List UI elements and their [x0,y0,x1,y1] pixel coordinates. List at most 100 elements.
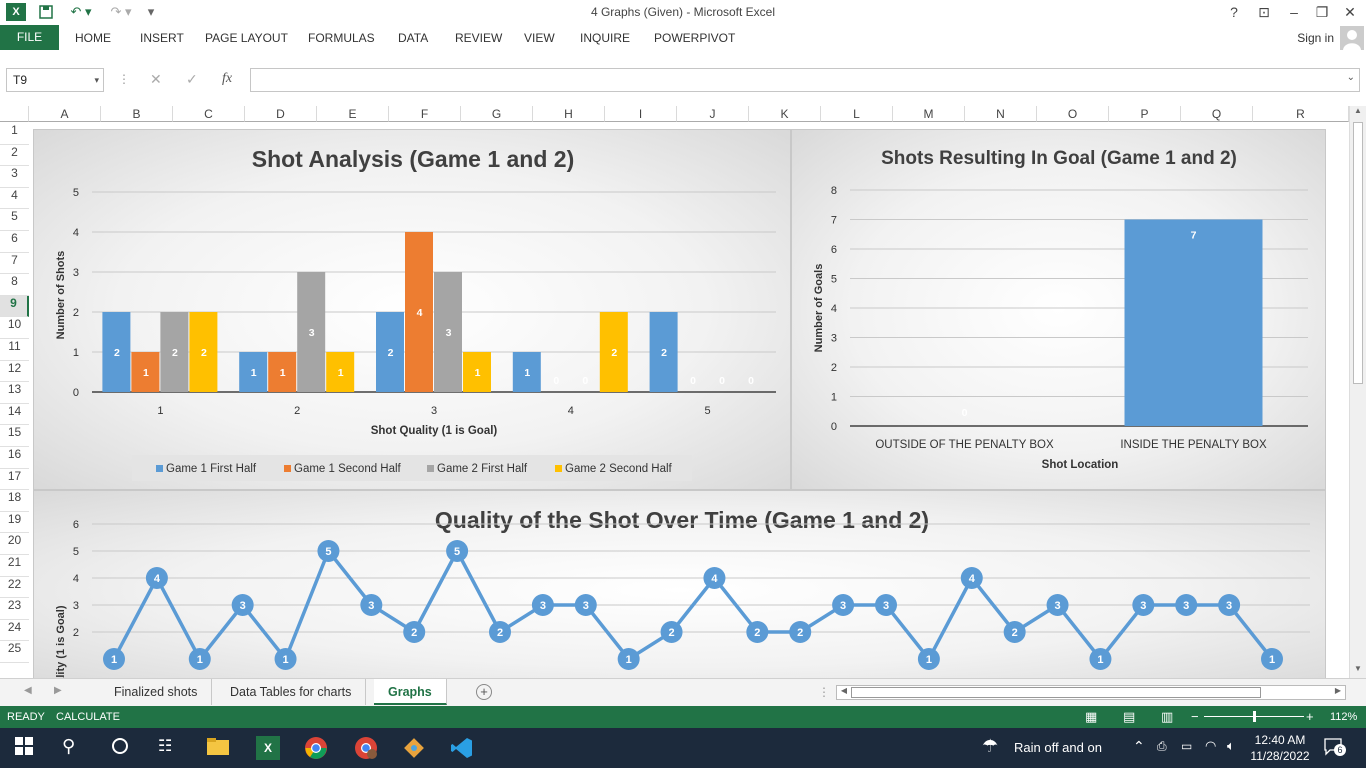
meet-now-icon[interactable]: ⎙ [1157,739,1167,754]
minimize-button[interactable]: – [1280,2,1308,22]
row-header-10[interactable]: 10 [0,317,29,339]
sheet-tab-finalized-shots[interactable]: Finalized shots [100,679,213,705]
zoom-slider-thumb[interactable] [1253,711,1256,722]
wifi-icon[interactable]: ◠ [1205,738,1216,754]
row-header-5[interactable]: 5 [0,209,29,231]
avatar[interactable] [1340,26,1364,50]
next-sheet-icon[interactable]: ▶ [54,685,62,696]
chrome-profile-icon[interactable] [354,736,378,760]
volume-icon[interactable]: 🔈︎ [1227,738,1235,754]
scroll-right-icon[interactable]: ▶ [1331,686,1345,699]
column-header-d[interactable]: D [245,106,317,122]
previous-sheet-icon[interactable]: ◀ [24,685,32,696]
enter-icon[interactable]: ✓ [186,71,198,88]
zoom-in-icon[interactable]: + [1306,709,1314,724]
row-header-3[interactable]: 3 [0,166,29,188]
scroll-up-icon[interactable]: ▲ [1350,106,1366,120]
row-header-25[interactable]: 25 [0,641,29,663]
column-header-o[interactable]: O [1037,106,1109,122]
chevron-down-icon[interactable]: ▾ [94,69,99,91]
row-header-1[interactable]: 1 [0,123,29,145]
row-header-19[interactable]: 19 [0,512,29,534]
battery-icon[interactable]: ▭ [1181,739,1192,753]
tab-review[interactable]: REVIEW [455,31,502,45]
column-header-a[interactable]: A [29,106,101,122]
row-header-2[interactable]: 2 [0,145,29,167]
zoom-out-icon[interactable]: − [1191,709,1199,724]
file-tab[interactable]: FILE [0,25,59,50]
horizontal-scroll-thumb[interactable] [851,687,1261,698]
column-header-m[interactable]: M [893,106,965,122]
row-header-7[interactable]: 7 [0,253,29,275]
column-header-n[interactable]: N [965,106,1037,122]
shots-resulting-in-goal-chart[interactable]: Shots Resulting In Goal (Game 1 and 2) 0 1… [791,129,1326,490]
vscode-icon[interactable] [450,736,474,760]
page-layout-view-icon[interactable]: ▤ [1123,709,1135,725]
weather-text[interactable]: Rain off and on [1014,740,1102,755]
help-button[interactable]: ? [1220,2,1248,22]
scroll-left-icon[interactable]: ◀ [837,686,851,699]
tab-data[interactable]: DATA [398,31,428,45]
tab-page-layout[interactable]: PAGE LAYOUT [205,31,288,45]
restore-button[interactable]: ❐ [1308,2,1336,22]
zoom-slider[interactable] [1204,711,1304,722]
row-header-21[interactable]: 21 [0,555,29,577]
search-icon[interactable]: ⚲ [62,736,86,760]
select-all-corner[interactable] [0,106,29,122]
row-header-9[interactable]: 9 [0,295,29,318]
normal-view-icon[interactable]: ▦ [1085,709,1097,725]
shot-quality-over-time-chart[interactable]: Quality of the Shot Over Time (Game 1 an… [33,490,1326,678]
add-sheet-icon[interactable]: + [476,684,492,700]
row-header-12[interactable]: 12 [0,361,29,383]
sheet-tab-graphs[interactable]: Graphs [374,679,447,705]
row-header-17[interactable]: 17 [0,469,29,491]
status-calculate[interactable]: CALCULATE [56,711,120,723]
file-explorer-icon[interactable] [206,736,230,760]
vertical-scroll-thumb[interactable] [1353,122,1363,384]
column-header-h[interactable]: H [533,106,605,122]
formula-input[interactable]: ⌄ [250,68,1360,92]
tab-formulas[interactable]: FORMULAS [308,31,375,45]
cancel-icon[interactable]: ✕ [150,71,162,88]
insert-function-icon[interactable]: fx [222,71,232,87]
cortana-icon[interactable] [110,736,134,760]
row-header-15[interactable]: 15 [0,425,29,447]
ribbon-display-options-icon[interactable]: ⊡ [1250,2,1278,22]
clock-time[interactable]: 12:40 AM [1252,733,1308,747]
column-header-j[interactable]: J [677,106,749,122]
row-header-13[interactable]: 13 [0,382,29,404]
row-header-6[interactable]: 6 [0,231,29,253]
column-header-q[interactable]: Q [1181,106,1253,122]
page-break-preview-icon[interactable]: ▥ [1161,709,1173,725]
windows-start-icon[interactable] [14,736,38,760]
show-hidden-icons-icon[interactable]: ⌃ [1133,738,1145,755]
task-view-icon[interactable]: ☷ [158,736,182,760]
tab-home[interactable]: HOME [75,31,111,45]
app-taskbar-icon[interactable] [402,736,426,760]
row-header-23[interactable]: 23 [0,598,29,620]
vertical-scrollbar[interactable]: ▲ ▼ [1349,106,1366,678]
row-header-20[interactable]: 20 [0,533,29,555]
row-header-18[interactable]: 18 [0,490,29,512]
tab-inquire[interactable]: INQUIRE [580,31,630,45]
row-header-24[interactable]: 24 [0,620,29,642]
column-header-g[interactable]: G [461,106,533,122]
zoom-level[interactable]: 112% [1330,711,1357,723]
close-button[interactable]: ✕ [1336,2,1364,22]
sheet-tab-data-tables[interactable]: Data Tables for charts [216,679,367,705]
name-box[interactable]: T9 ▾ [6,68,104,92]
scroll-down-icon[interactable]: ▼ [1350,664,1366,678]
horizontal-scrollbar[interactable]: ◀ ▶ [836,685,1346,700]
weather-icon[interactable]: ☂ [982,736,998,757]
tab-powerpivot[interactable]: POWERPIVOT [654,31,735,45]
column-header-f[interactable]: F [389,106,461,122]
split-handle-icon[interactable]: ⋮ [818,685,830,699]
column-header-e[interactable]: E [317,106,389,122]
column-header-k[interactable]: K [749,106,821,122]
row-header-14[interactable]: 14 [0,404,29,426]
expand-formula-bar-icon[interactable]: ⌄ [1347,72,1355,83]
row-header-16[interactable]: 16 [0,447,29,469]
row-header-8[interactable]: 8 [0,274,29,296]
row-header-4[interactable]: 4 [0,188,29,210]
row-header-11[interactable]: 11 [0,339,29,361]
